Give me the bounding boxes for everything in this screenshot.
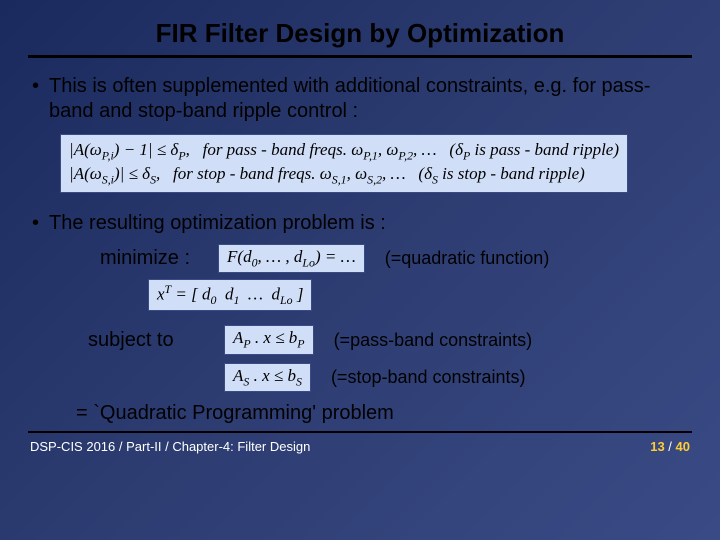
objective-annotation: (=quadratic function)	[385, 248, 550, 269]
slide-container: FIR Filter Design by Optimization • This…	[0, 0, 720, 540]
page-sep: /	[665, 439, 676, 454]
stopband-row: AS . x ≤ bS (=stop-band constraints)	[224, 363, 692, 392]
equation-xvector: xT = [ d0 d1 … dLo ]	[148, 279, 312, 311]
bullet-1: • This is often supplemented with additi…	[28, 74, 692, 124]
equation-passband-ripple: |A(ωP,i) − 1| ≤ δP, for pass - band freq…	[60, 134, 628, 193]
minimize-row: minimize : F(d0, … , dLo) = … (=quadrati…	[28, 244, 692, 273]
footer-left-text: DSP-CIS 2016 / Part-II / Chapter-4: Filt…	[30, 439, 310, 454]
bullet-2: • The resulting optimization problem is …	[28, 211, 692, 236]
x-vector-row: xT = [ d0 d1 … dLo ]	[148, 279, 692, 311]
quadratic-programming-label: = `Quadratic Programming' problem	[76, 402, 692, 425]
slide-footer: DSP-CIS 2016 / Part-II / Chapter-4: Filt…	[28, 439, 692, 454]
equation-passband-constraint: AP . x ≤ bP	[224, 325, 314, 354]
equation-stopband-constraint: AS . x ≤ bS	[224, 363, 311, 392]
footer-page-number: 13 / 40	[650, 439, 690, 454]
bullet-dot-icon: •	[32, 211, 39, 236]
slide-title: FIR Filter Design by Optimization	[28, 18, 692, 49]
subject-to-label: subject to	[88, 329, 184, 352]
title-divider	[28, 55, 692, 58]
bullet-1-text: This is often supplemented with addition…	[49, 74, 692, 124]
passband-annotation: (=pass-band constraints)	[334, 330, 533, 351]
page-current: 13	[650, 439, 664, 454]
ripple-constraints-box: |A(ωP,i) − 1| ≤ δP, for pass - band freq…	[60, 134, 692, 193]
bullet-dot-icon: •	[32, 74, 39, 124]
footer-divider	[28, 431, 692, 433]
bullet-2-text: The resulting optimization problem is :	[49, 211, 386, 236]
equation-objective: F(d0, … , dLo) = …	[218, 244, 365, 273]
minimize-label: minimize :	[100, 247, 190, 270]
page-total: 40	[676, 439, 690, 454]
subject-to-row: subject to AP . x ≤ bP (=pass-band const…	[28, 325, 692, 354]
stopband-annotation: (=stop-band constraints)	[331, 367, 526, 388]
